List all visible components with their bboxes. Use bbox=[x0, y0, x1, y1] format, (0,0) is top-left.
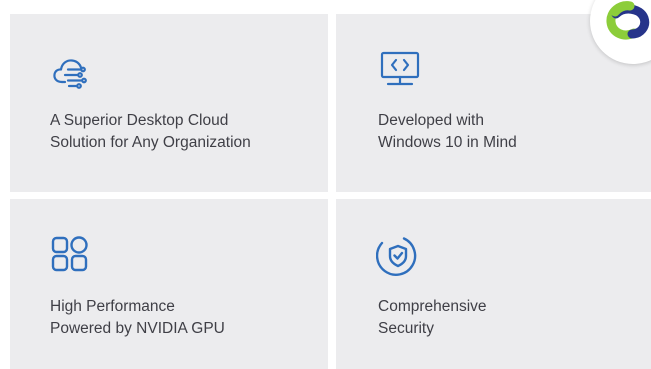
apps-grid-icon bbox=[50, 234, 94, 278]
feature-text: Comprehensive Security bbox=[378, 298, 487, 337]
feature-text: Developed with Windows 10 in Mind bbox=[378, 112, 517, 151]
feature-text: A Superior Desktop Cloud Solution for An… bbox=[50, 112, 251, 151]
feature-section: A Superior Desktop Cloud Solution for An… bbox=[0, 0, 651, 369]
shield-icon bbox=[376, 235, 420, 279]
feature-card-security: Comprehensive Security bbox=[336, 199, 651, 369]
feature-card-desktop-cloud: A Superior Desktop Cloud Solution for An… bbox=[10, 14, 328, 192]
cloud-network-icon bbox=[50, 52, 94, 96]
cloud-logo-icon bbox=[606, 1, 650, 40]
feature-card-performance: High Performance Powered by NVIDIA GPU bbox=[10, 199, 328, 369]
feature-text: High Performance Powered by NVIDIA GPU bbox=[50, 298, 225, 337]
monitor-code-icon bbox=[378, 50, 422, 94]
